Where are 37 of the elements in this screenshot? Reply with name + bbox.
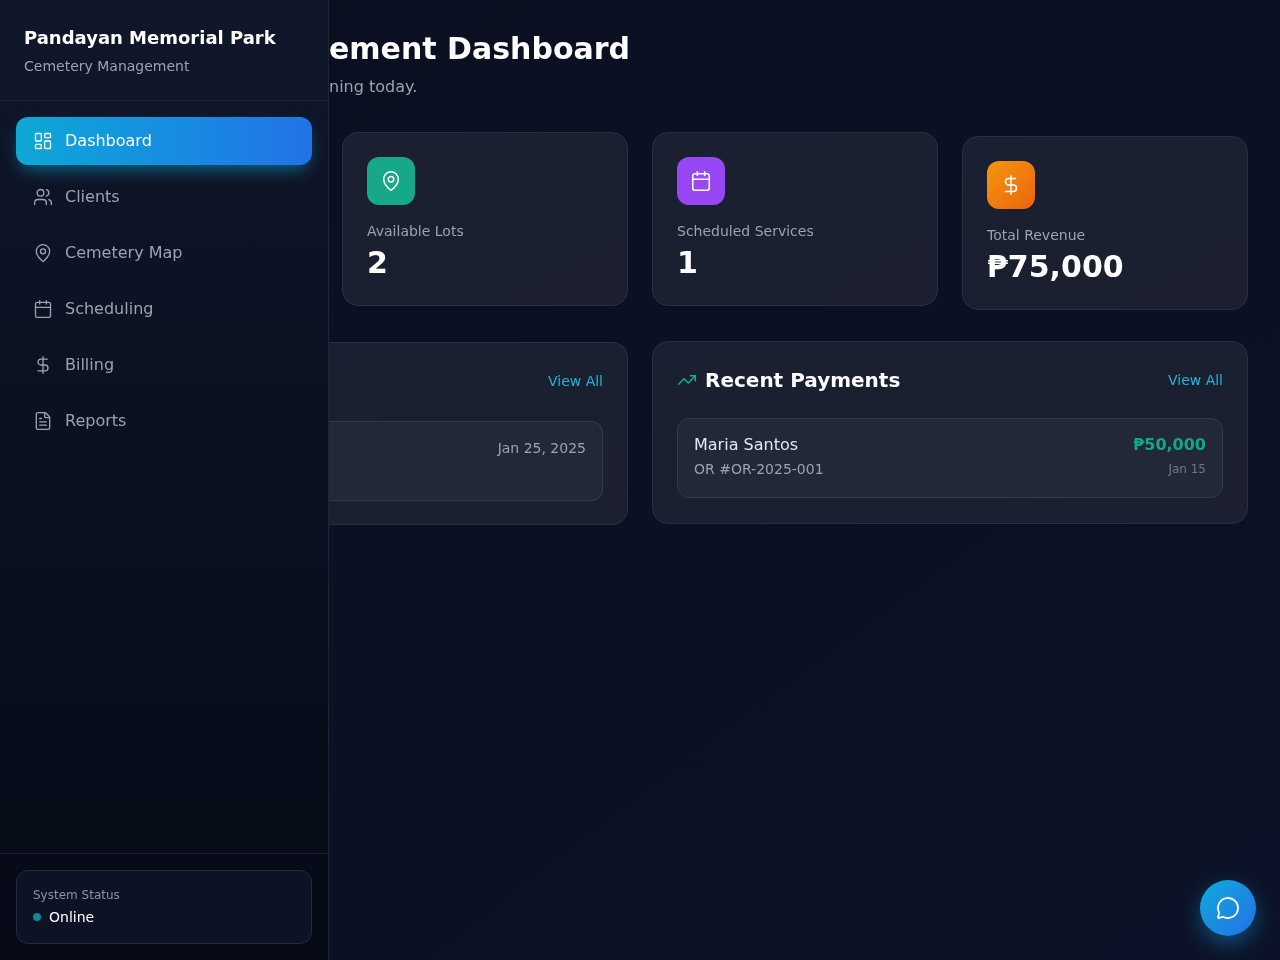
page-subtitle: ning today. xyxy=(329,76,419,98)
list-row[interactable]: Jan 25, 2025 xyxy=(329,421,603,501)
page-title: ement Dashboard xyxy=(329,31,632,67)
nav-item[interactable]: Clients xyxy=(16,173,312,221)
app-subtitle: Cemetery Management xyxy=(24,57,191,76)
stat-label: Scheduled Services xyxy=(677,222,815,241)
app-title: Pandayan Memorial Park xyxy=(24,26,277,50)
dashboard-icon xyxy=(33,131,53,151)
receipt-number: OR #OR-2025-001 xyxy=(694,460,824,479)
panel-title: Recent Payments xyxy=(705,367,901,394)
chat-button[interactable] xyxy=(1200,880,1256,936)
stat-value: 2 xyxy=(367,245,389,281)
stat-label: Total Revenue xyxy=(987,226,1087,245)
chat-icon xyxy=(1216,896,1240,920)
map-pin-icon xyxy=(367,157,415,205)
map-pin-icon xyxy=(33,243,53,263)
document-icon xyxy=(33,411,53,431)
stat-label: Available Lots xyxy=(367,222,465,241)
nav-item[interactable]: Reports xyxy=(16,397,312,445)
stat-value: ₱75,000 xyxy=(987,249,1125,285)
payment-row[interactable]: Maria Santos OR #OR-2025-001 ₱50,000 Jan 15 xyxy=(677,418,1223,498)
payment-amount: ₱50,000 xyxy=(1133,434,1206,456)
nav-item[interactable]: Scheduling xyxy=(16,285,312,333)
status-value: Online xyxy=(49,908,95,927)
view-all-link[interactable]: View All xyxy=(547,371,603,391)
status-label: System Status xyxy=(33,887,121,903)
nav-item[interactable]: Cemetery Map xyxy=(16,229,312,277)
users-icon xyxy=(33,187,53,207)
dollar-icon xyxy=(987,161,1035,209)
view-all-link[interactable]: View All xyxy=(1167,370,1223,390)
client-name: Maria Santos xyxy=(694,434,800,456)
date-text: Jan 25, 2025 xyxy=(497,439,586,458)
nav-item[interactable]: Billing xyxy=(16,341,312,389)
stat-value: 1 xyxy=(677,245,699,281)
payment-date: Jan 15 xyxy=(1168,461,1206,478)
calendar-icon xyxy=(677,157,725,205)
calendar-icon xyxy=(33,299,53,319)
